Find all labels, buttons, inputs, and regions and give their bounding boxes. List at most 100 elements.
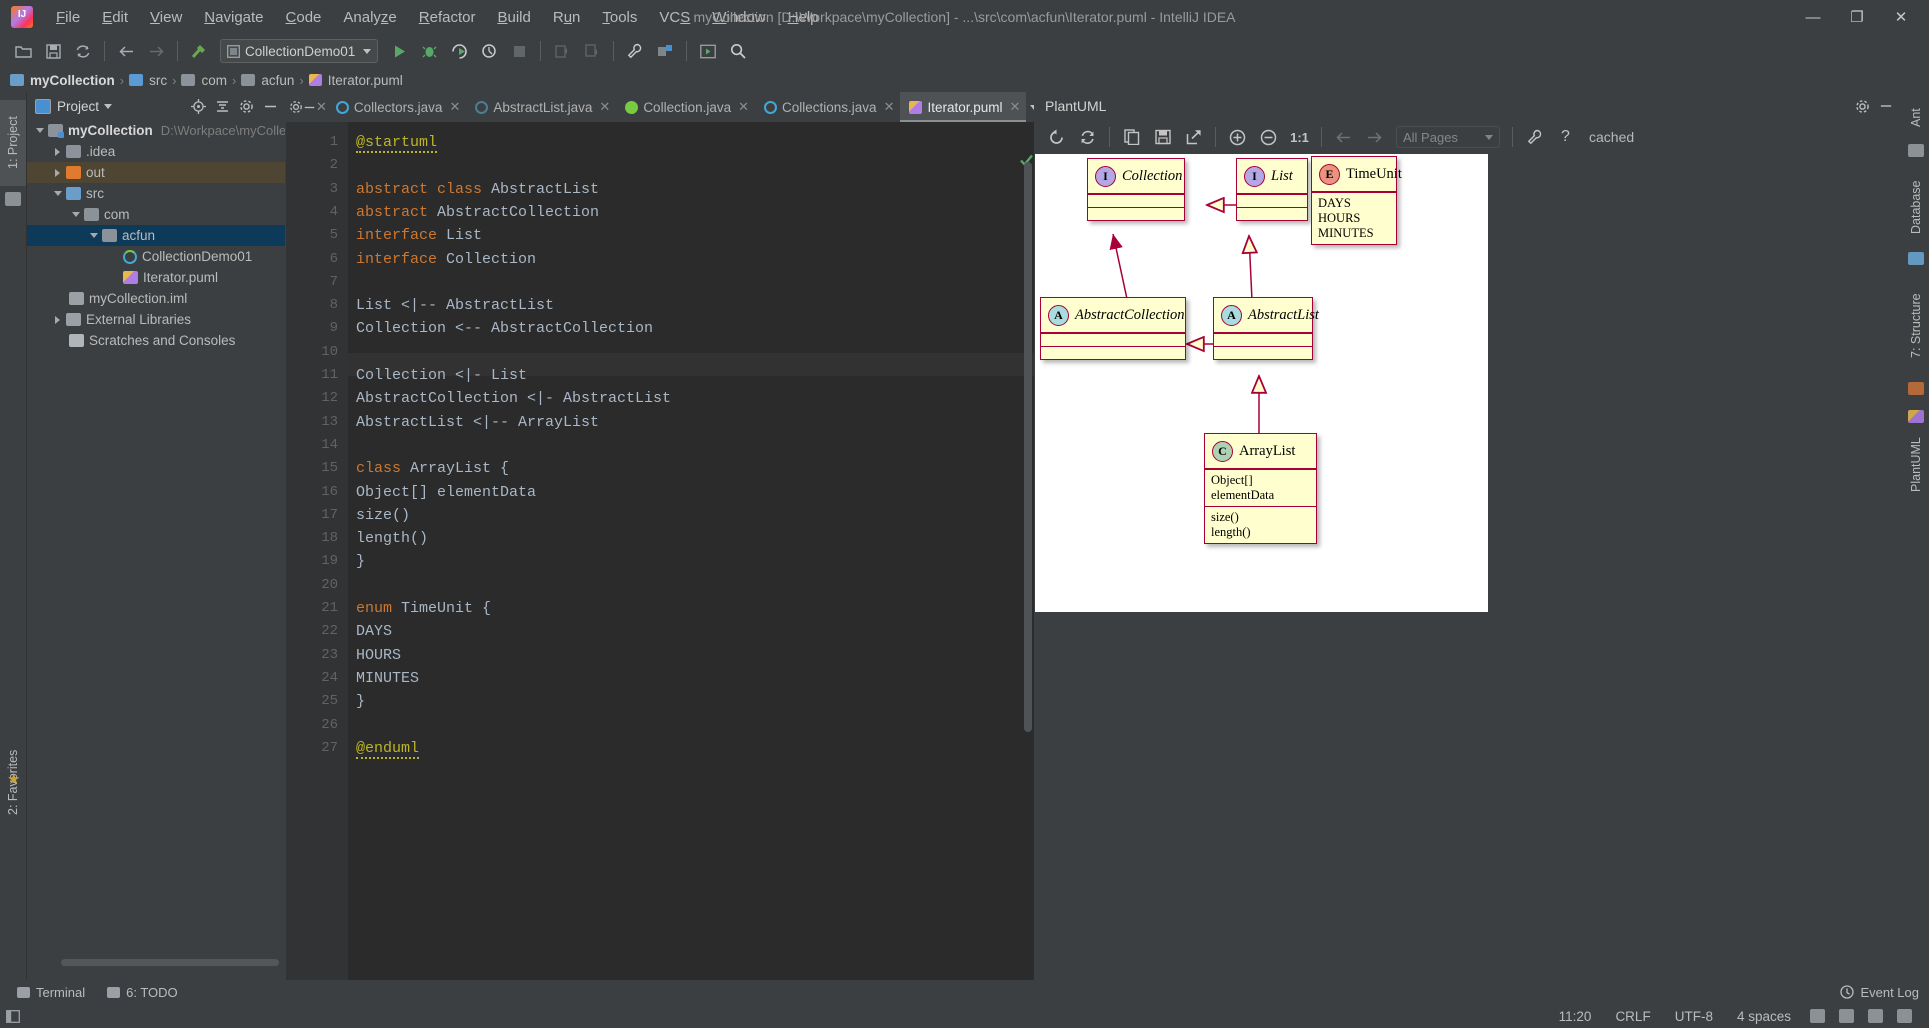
menu-edit[interactable]: Edit — [91, 5, 139, 30]
menu-build[interactable]: Build — [486, 5, 541, 30]
code-line[interactable]: } — [356, 693, 365, 710]
folder-icon[interactable] — [5, 192, 21, 206]
tree-node-scratches[interactable]: Scratches and Consoles — [27, 330, 285, 351]
code-line[interactable]: interface List — [356, 227, 482, 244]
editor-tab-collection[interactable]: Collection.java ✕ — [616, 92, 755, 122]
tree-node-mycollection-iml[interactable]: myCollection.iml — [27, 288, 285, 309]
bottom-tab-terminal[interactable]: Terminal — [8, 983, 94, 1002]
run-with-coverage-icon[interactable] — [446, 39, 472, 63]
save-icon[interactable] — [1149, 124, 1176, 150]
code-line[interactable]: DAYS — [356, 623, 392, 640]
uml-box-list[interactable]: I List — [1236, 158, 1308, 221]
tree-node-src[interactable]: src — [27, 183, 285, 204]
editor-vertical-scrollbar[interactable] — [1024, 162, 1032, 732]
editor-tab-iterator-puml[interactable]: Iterator.puml ✕ — [900, 92, 1027, 122]
tree-node-com[interactable]: com — [27, 204, 285, 225]
twisty-closed-icon[interactable] — [51, 166, 64, 179]
wrench-icon[interactable] — [1521, 124, 1548, 150]
code-line[interactable]: List <|-- AbstractList — [356, 297, 554, 314]
code-line[interactable]: interface Collection — [356, 251, 536, 268]
run-anything-icon[interactable] — [695, 39, 721, 63]
editor-tab-abstractlist[interactable]: AbstractList.java ✕ — [466, 92, 616, 122]
git-branch-icon[interactable] — [1810, 1009, 1825, 1023]
reload-icon[interactable] — [1043, 124, 1070, 150]
copy-icon[interactable] — [1118, 124, 1145, 150]
commit-icon[interactable] — [579, 39, 605, 63]
zoom-out-icon[interactable] — [1255, 124, 1282, 150]
debug-icon[interactable] — [416, 39, 442, 63]
uml-box-arraylist[interactable]: C ArrayList Object[] elementData size() … — [1204, 433, 1317, 544]
maximize-button[interactable]: ❐ — [1835, 2, 1879, 32]
twisty-closed-icon[interactable] — [51, 313, 64, 326]
menu-refactor[interactable]: Refactor — [408, 5, 487, 30]
bottom-tab-todo[interactable]: 6: TODO — [98, 983, 187, 1002]
run-icon[interactable] — [386, 39, 412, 63]
close-icon[interactable]: ✕ — [449, 99, 460, 115]
code-line[interactable]: @enduml — [356, 739, 420, 759]
close-icon[interactable]: ✕ — [738, 99, 749, 115]
back-icon[interactable] — [113, 39, 139, 63]
menu-code[interactable]: Code — [275, 5, 333, 30]
search-everywhere-icon[interactable] — [725, 39, 751, 63]
uml-box-timeunit[interactable]: E TimeUnit DAYS HOURS MINUTES — [1311, 156, 1402, 245]
close-button[interactable]: ✕ — [1879, 2, 1923, 32]
code-line[interactable]: abstract AbstractCollection — [356, 204, 599, 221]
code-line[interactable]: MINUTES — [356, 670, 419, 687]
twisty-open-icon[interactable] — [33, 124, 46, 137]
sync-icon[interactable] — [70, 39, 96, 63]
hide-panel-icon[interactable] — [259, 95, 281, 117]
status-encoding[interactable]: UTF-8 — [1675, 1009, 1713, 1024]
menu-help[interactable]: Help — [777, 5, 830, 30]
plantuml-diagram-canvas[interactable]: Collection (solid arrow up) --> I Collec… — [1035, 154, 1488, 612]
toggle-tool-windows-button[interactable] — [0, 1009, 26, 1023]
tree-node-collectiondemo01[interactable]: CollectionDemo01 — [27, 246, 285, 267]
status-indent[interactable]: 4 spaces — [1737, 1009, 1791, 1024]
ant-icon[interactable] — [1908, 144, 1924, 157]
editor-tab-collections[interactable]: Collections.java ✕ — [755, 92, 900, 122]
save-all-icon[interactable] — [40, 39, 66, 63]
menu-window[interactable]: Window — [701, 5, 776, 30]
project-structure-icon[interactable] — [652, 39, 678, 63]
hide-panel-icon[interactable] — [303, 95, 316, 119]
next-page-icon[interactable] — [1361, 124, 1388, 150]
star-icon[interactable]: ★ — [7, 770, 20, 788]
editor-tab-collectors[interactable]: Collectors.java ✕ — [327, 92, 466, 122]
strip-tab-ant[interactable]: Ant — [1903, 100, 1929, 136]
memory-icon[interactable] — [1897, 1009, 1912, 1023]
status-line-separator[interactable]: CRLF — [1615, 1009, 1650, 1024]
menu-analyze[interactable]: Analyze — [332, 5, 407, 30]
code-line[interactable] — [356, 437, 365, 454]
locate-icon[interactable] — [187, 95, 209, 117]
update-project-icon[interactable] — [549, 39, 575, 63]
code-line[interactable]: AbstractCollection <|- AbstractList — [356, 390, 671, 407]
tree-node-mycollection[interactable]: myCollection D:\Workpace\myColle — [27, 120, 285, 141]
twisty-open-icon[interactable] — [51, 187, 64, 200]
tree-node-external-libraries[interactable]: External Libraries — [27, 309, 285, 330]
settings-gear-icon[interactable] — [1851, 95, 1873, 117]
settings-gear-icon[interactable] — [235, 95, 257, 117]
breadcrumb-item-com[interactable]: com — [181, 73, 227, 88]
twisty-open-icon[interactable] — [69, 208, 82, 221]
code-line[interactable]: Object[] elementData — [356, 484, 536, 501]
code-line[interactable]: class ArrayList { — [356, 460, 509, 477]
tree-node-iterator-puml[interactable]: Iterator.puml — [27, 267, 285, 288]
lock-icon[interactable] — [1839, 1009, 1854, 1023]
code-line[interactable]: AbstractList <|-- ArrayList — [356, 414, 599, 431]
code-line[interactable]: Collection <|- List — [356, 367, 527, 384]
tree-node-out[interactable]: out — [27, 162, 285, 183]
build-hammer-icon[interactable] — [186, 39, 212, 63]
pages-select[interactable]: All Pages — [1396, 126, 1500, 148]
code-line[interactable] — [356, 577, 365, 594]
settings-wrench-icon[interactable] — [622, 39, 648, 63]
code-line[interactable]: enum TimeUnit { — [356, 600, 491, 617]
twisty-open-icon[interactable] — [87, 229, 100, 242]
twisty-closed-icon[interactable] — [51, 145, 64, 158]
help-icon[interactable]: ? — [1552, 124, 1579, 150]
hide-panel-icon[interactable] — [1875, 95, 1897, 117]
editor-code-area[interactable]: @startuml abstract class AbstractList abs… — [348, 122, 1034, 980]
breadcrumb-item-file[interactable]: Iterator.puml — [308, 73, 403, 88]
tree-node-acfun[interactable]: acfun — [27, 225, 285, 246]
close-editor-icon[interactable]: ✕ — [316, 99, 327, 115]
code-line[interactable]: } — [356, 553, 365, 570]
code-line[interactable] — [356, 274, 365, 291]
